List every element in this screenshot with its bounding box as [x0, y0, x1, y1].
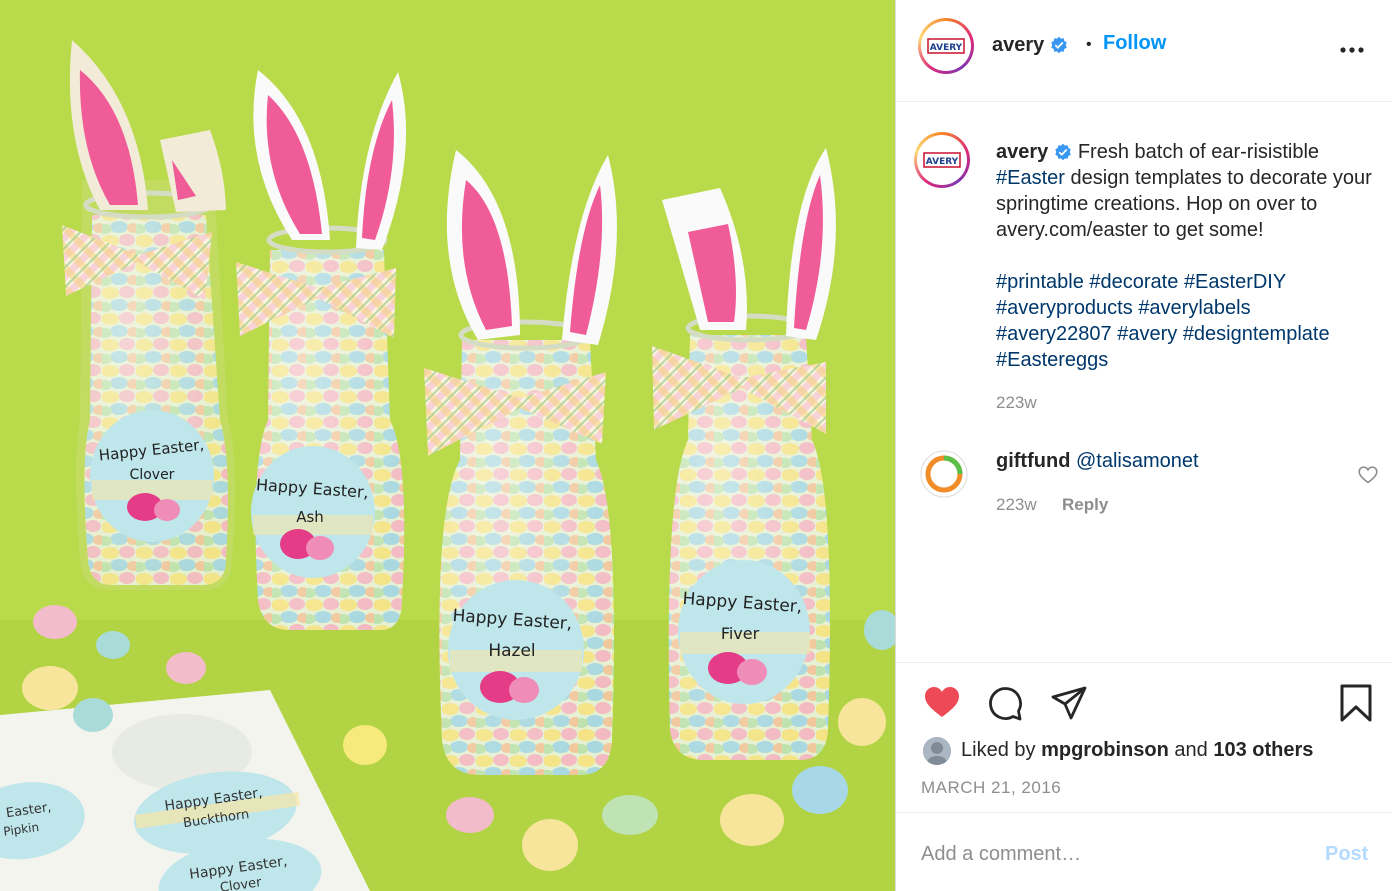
follow-button[interactable]: Follow — [1103, 32, 1166, 55]
caption-avatar[interactable]: AVERY — [914, 132, 970, 188]
header-username[interactable]: avery — [992, 34, 1068, 57]
hashtag-link[interactable]: #decorate — [1089, 271, 1178, 293]
header-username-text[interactable]: avery — [992, 34, 1044, 56]
caption-username[interactable]: avery — [996, 141, 1048, 163]
share-paper-plane-icon[interactable] — [1049, 683, 1089, 723]
post-date[interactable]: MARCH 21, 2016 — [921, 778, 1061, 798]
svg-text:AVERY: AVERY — [926, 157, 959, 167]
likes-summary: Liked by mpgrobinson and 103 others — [961, 739, 1313, 762]
like-heart-icon[interactable] — [922, 683, 962, 723]
caption-body-1: Fresh batch of ear-risistible — [1077, 141, 1320, 163]
jar-clover-label-line2: Clover — [130, 467, 175, 483]
hashtag-link[interactable]: #averylabels — [1138, 297, 1250, 319]
avery-logo-icon: AVERY — [927, 38, 965, 54]
post-comment-button[interactable]: Post — [1325, 843, 1368, 866]
hashtag-link[interactable]: #designtemplate — [1183, 323, 1330, 345]
svg-text:AVERY: AVERY — [930, 43, 963, 53]
caption-timestamp[interactable]: 223w — [996, 393, 1037, 413]
hashtag-link[interactable]: #Eastereggs — [996, 349, 1108, 371]
hashtag-link[interactable]: #printable — [996, 271, 1084, 293]
verified-badge-icon — [1051, 36, 1067, 54]
reply-button[interactable]: Reply — [1062, 495, 1108, 515]
liked-by-label: Liked by — [961, 739, 1036, 761]
hashtag-link[interactable]: #avery22807 — [996, 323, 1112, 345]
jar-ash-label-line2: Ash — [296, 508, 324, 526]
comment-text: giftfund @talisamonet — [996, 450, 1199, 473]
liker-username[interactable]: mpgrobinson — [1041, 739, 1169, 761]
more-options-icon[interactable] — [1338, 40, 1366, 60]
comment-bubble-icon[interactable] — [985, 683, 1025, 723]
post-photo[interactable]: Happy Easter, Buckthorn Happy Easter, Cl… — [0, 0, 895, 891]
comments-section[interactable]: AVERY avery Fresh batch of ear-risistibl… — [896, 103, 1392, 661]
save-bookmark-icon[interactable] — [1336, 683, 1376, 723]
avery-logo-icon: AVERY — [923, 152, 961, 168]
add-comment-bar: Post — [896, 812, 1392, 891]
verified-badge-icon — [1055, 143, 1071, 161]
post-side-panel: AVERY avery • Follow AVERY avery Fresh b… — [895, 0, 1392, 891]
person-icon — [923, 737, 951, 765]
jar-fiver-label-line2: Fiver — [721, 624, 760, 643]
commenter-avatar[interactable] — [920, 450, 968, 498]
caption-text: avery Fresh batch of ear-risistible #Eas… — [996, 139, 1382, 373]
avatar[interactable]: AVERY — [918, 18, 974, 74]
separator-dot: • — [1086, 36, 1092, 53]
easter-jars-image: Happy Easter, Buckthorn Happy Easter, Cl… — [0, 0, 895, 891]
jar-hazel-label-line2: Hazel — [488, 641, 535, 661]
post-actions: Liked by mpgrobinson and 103 others MARC… — [896, 662, 1392, 812]
hashtag-link[interactable]: #averyproducts — [996, 297, 1133, 319]
hashtag-link[interactable]: #EasterDIY — [1184, 271, 1286, 293]
and-label: and — [1174, 739, 1208, 761]
comment-mention-link[interactable]: @talisamonet — [1076, 450, 1199, 472]
hashtag-link[interactable]: #avery — [1117, 323, 1177, 345]
comment-input[interactable] — [921, 839, 1281, 869]
comment-timestamp[interactable]: 223w — [996, 495, 1037, 515]
comment-like-heart-icon[interactable] — [1358, 466, 1378, 484]
liker-avatar[interactable] — [923, 737, 951, 765]
likes-others-link[interactable]: 103 others — [1213, 739, 1313, 761]
post-header: AVERY avery • Follow — [896, 0, 1392, 102]
hashtag-link[interactable]: #Easter — [996, 167, 1065, 189]
comment-username[interactable]: giftfund — [996, 450, 1070, 472]
